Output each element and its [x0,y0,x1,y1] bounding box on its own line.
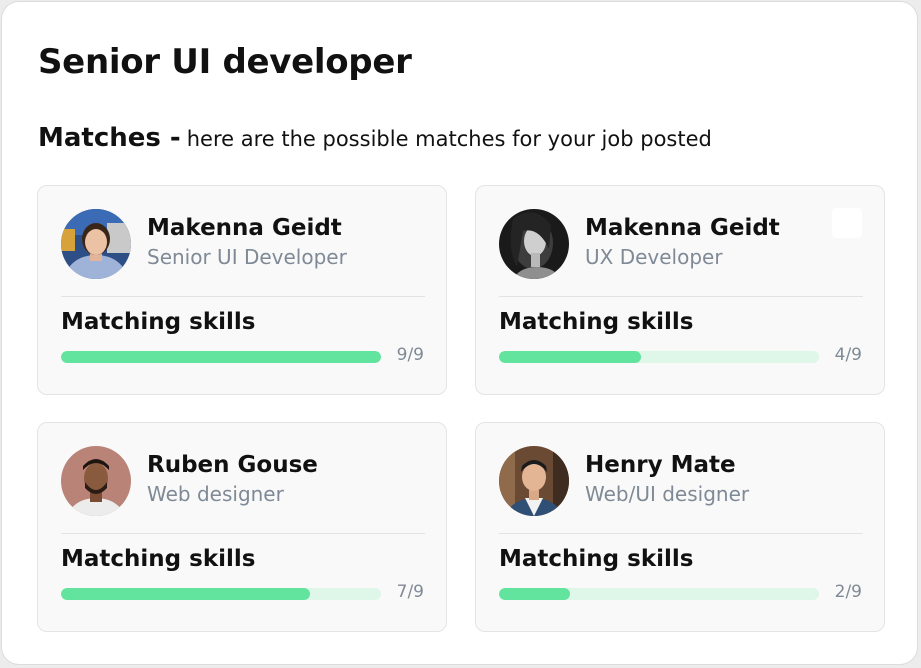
candidate-card[interactable]: Ruben Gouse Web designer Matching skills… [37,422,447,632]
job-matches-panel: Senior UI developer Matches - here are th… [1,1,918,665]
matches-description: here are the possible matches for your j… [186,127,712,151]
candidate-card[interactable]: Henry Mate Web/UI designer Matching skil… [475,422,885,632]
skills-progress-fill [499,351,642,363]
skills-progress-bar [499,588,819,600]
card-divider [499,296,863,297]
card-divider [499,533,863,534]
select-checkbox[interactable] [832,208,862,238]
candidate-name: Makenna Geidt [585,215,780,241]
candidate-card[interactable]: Makenna Geidt Senior UI Developer Matchi… [37,185,447,395]
skills-progress-fill [61,351,381,363]
card-divider [61,533,425,534]
skills-count: 4/9 [834,345,862,365]
skills-progress-bar [61,351,381,363]
matching-skills-label: Matching skills [499,546,694,572]
candidate-avatar [499,209,569,279]
card-divider [61,296,425,297]
skills-progress-fill [61,588,310,600]
candidate-name: Makenna Geidt [147,215,342,241]
skills-progress-bar [499,351,819,363]
skills-progress-bar [61,588,381,600]
candidate-card[interactable]: Makenna Geidt UX Developer Matching skil… [475,185,885,395]
candidate-role: UX Developer [585,245,723,269]
matches-heading: Matches - here are the possible matches f… [38,123,712,153]
skills-count: 9/9 [396,345,424,365]
skills-count: 7/9 [396,582,424,602]
candidate-name: Henry Mate [585,452,736,478]
skills-count: 2/9 [834,582,862,602]
skills-progress-fill [499,588,571,600]
page-title: Senior UI developer [38,42,412,82]
candidate-role: Web/UI designer [585,482,750,506]
matching-skills-label: Matching skills [61,546,256,572]
matching-skills-label: Matching skills [61,309,256,335]
candidate-name: Ruben Gouse [147,452,318,478]
matching-skills-label: Matching skills [499,309,694,335]
matches-label: Matches - [38,123,181,153]
candidate-avatar [499,446,569,516]
candidate-avatar [61,209,131,279]
candidate-role: Web designer [147,482,284,506]
candidate-avatar [61,446,131,516]
candidate-role: Senior UI Developer [147,245,347,269]
